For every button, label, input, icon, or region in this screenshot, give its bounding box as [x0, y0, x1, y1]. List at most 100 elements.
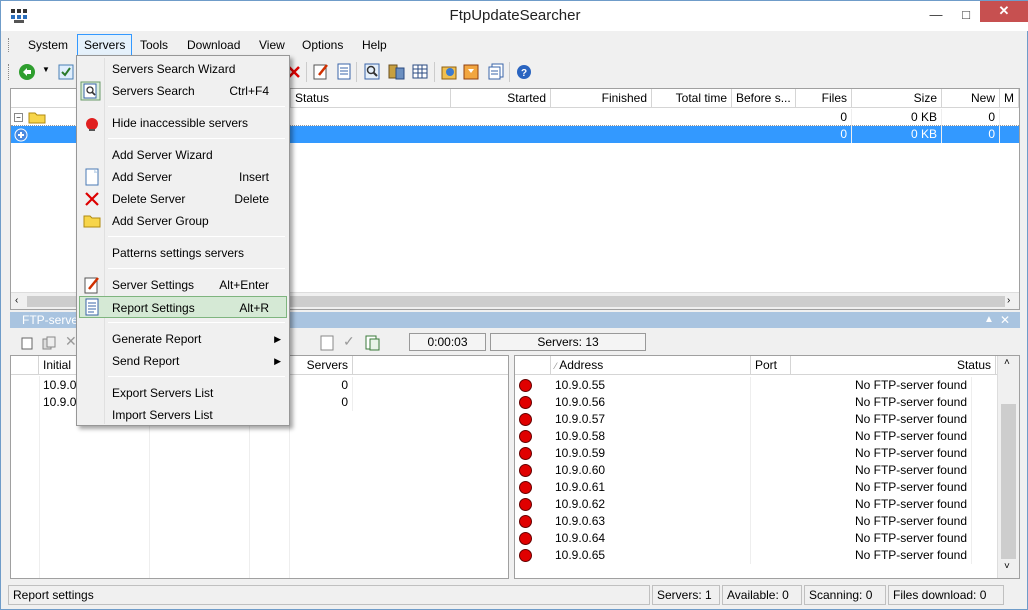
- table-row[interactable]: 10.9.0.61 No FTP-server found: [515, 479, 997, 496]
- new-icon[interactable]: [20, 336, 34, 350]
- files-cell: 0: [796, 109, 852, 126]
- table-row[interactable]: 10.9.0.60 No FTP-server found: [515, 462, 997, 479]
- menu-import-servers[interactable]: Import Servers List: [79, 404, 287, 426]
- menu-delete-server[interactable]: Delete Server Delete: [79, 188, 287, 210]
- menu-patterns-settings[interactable]: Patterns settings servers: [79, 242, 287, 264]
- menu-tools[interactable]: Tools: [134, 34, 174, 56]
- col-new[interactable]: New: [942, 89, 1000, 108]
- start-icon[interactable]: [18, 63, 36, 81]
- table-row[interactable]: 10.9.0.59 No FTP-server found: [515, 445, 997, 462]
- menu-item-label: Export Servers List: [112, 386, 214, 400]
- status-files-download: Files download: 0: [888, 585, 1004, 605]
- status-scanning: Scanning: 0: [804, 585, 886, 605]
- status-dot-icon: [519, 447, 532, 460]
- menu-bar: System Servers Tools Download View Optio…: [2, 34, 1028, 56]
- close-button[interactable]: ✕: [980, 1, 1028, 22]
- submenu-arrow-icon: ▶: [274, 356, 281, 366]
- table-row[interactable]: 10.9.0.55 No FTP-server found: [515, 377, 997, 394]
- col-m[interactable]: M: [1000, 89, 1019, 108]
- download-icon[interactable]: [441, 63, 458, 80]
- col-size[interactable]: Size: [852, 89, 942, 108]
- menu-servers-search[interactable]: Servers Search Ctrl+F4: [79, 80, 287, 102]
- start-dropdown-icon[interactable]: ▼: [42, 65, 50, 74]
- menu-options[interactable]: Options: [296, 34, 349, 56]
- menu-export-servers[interactable]: Export Servers List: [79, 382, 287, 404]
- copy-icon[interactable]: [42, 336, 56, 350]
- table-row[interactable]: 10.9.0.62 No FTP-server found: [515, 496, 997, 513]
- table-row[interactable]: 10.9.0.65 No FTP-server found: [515, 547, 997, 564]
- col-port[interactable]: Port: [751, 356, 791, 375]
- col-finished[interactable]: Finished: [551, 89, 652, 108]
- menu-add-server-group[interactable]: Add Server Group: [79, 210, 287, 232]
- col-files[interactable]: Files: [796, 89, 852, 108]
- status-cell: No FTP-server found: [791, 547, 972, 564]
- scroll-up-icon[interactable]: ˄: [1004, 357, 1010, 368]
- status-cell: No FTP-server found: [791, 479, 972, 496]
- remove-icon[interactable]: ✕: [65, 333, 77, 350]
- maximize-button[interactable]: □: [951, 1, 981, 31]
- col-marker[interactable]: [11, 356, 39, 375]
- report-icon[interactable]: [336, 63, 352, 80]
- menu-item-label: Import Servers List: [112, 408, 213, 422]
- menu-item-shortcut: Ctrl+F4: [229, 84, 269, 98]
- panel-close-icon[interactable]: ✕: [1000, 312, 1010, 328]
- check-icon[interactable]: [58, 64, 74, 80]
- archive-icon[interactable]: [463, 63, 479, 80]
- menu-download[interactable]: Download: [181, 34, 246, 56]
- menu-server-settings[interactable]: Server Settings Alt+Enter: [79, 274, 287, 296]
- col-servers[interactable]: Servers: [289, 356, 353, 375]
- vertical-scrollbar[interactable]: ˄ ˅: [997, 356, 1019, 578]
- table-row[interactable]: 10.9.0.57 No FTP-server found: [515, 411, 997, 428]
- collapse-icon[interactable]: −: [14, 113, 23, 122]
- col-status[interactable]: Status: [791, 356, 996, 375]
- table-row[interactable]: 10.9.0.56 No FTP-server found: [515, 394, 997, 411]
- menu-item-label: Add Server Group: [112, 214, 209, 228]
- help-icon[interactable]: ?: [516, 64, 532, 80]
- address-cell: 10.9.0.63: [551, 513, 751, 530]
- minimize-button[interactable]: —: [921, 1, 951, 31]
- address-cell: 10.9.0.59: [551, 445, 751, 462]
- address-cell: 10.9.0.55: [551, 377, 751, 394]
- status-dot-icon: [519, 498, 532, 511]
- grid-icon[interactable]: [412, 63, 428, 80]
- menu-add-server-wizard[interactable]: Add Server Wizard: [79, 144, 287, 166]
- menu-view[interactable]: View: [253, 34, 291, 56]
- status-hint: Report settings: [8, 585, 650, 605]
- toolbar-separator: [434, 62, 435, 82]
- tick-icon[interactable]: ✓: [343, 333, 355, 350]
- page-icon[interactable]: [320, 335, 334, 351]
- col-status[interactable]: Status: [291, 89, 451, 108]
- table-row[interactable]: 10.9.0.63 No FTP-server found: [515, 513, 997, 530]
- scroll-right-icon[interactable]: ›: [1007, 295, 1010, 306]
- title-bar[interactable]: FtpUpdateSearcher — □ ✕: [1, 1, 1028, 31]
- pin-icon[interactable]: ▲: [984, 312, 994, 328]
- table-row[interactable]: 10.9.0.58 No FTP-server found: [515, 428, 997, 445]
- menu-servers-search-wizard[interactable]: Servers Search Wizard: [79, 58, 287, 80]
- menu-add-server[interactable]: Add Server Insert: [79, 166, 287, 188]
- scroll-down-icon[interactable]: ˅: [1004, 561, 1010, 572]
- col-address[interactable]: ⁄ Address: [551, 356, 751, 375]
- menu-hide-inaccessible[interactable]: Hide inaccessible servers: [79, 112, 287, 134]
- table-row[interactable]: 10.9.0.64 No FTP-server found: [515, 530, 997, 547]
- report-icon: [85, 298, 99, 316]
- col-before[interactable]: Before s...: [732, 89, 796, 108]
- status-dot-icon: [519, 549, 532, 562]
- documents-icon[interactable]: [488, 63, 504, 80]
- menu-send-report[interactable]: Send Report ▶: [79, 350, 287, 372]
- search-icon[interactable]: [364, 63, 380, 80]
- menu-system[interactable]: System: [22, 34, 74, 56]
- scroll-thumb[interactable]: [1001, 404, 1016, 559]
- grid-line: [39, 376, 40, 578]
- col-indicator[interactable]: [515, 356, 551, 375]
- menu-servers[interactable]: Servers: [77, 34, 133, 56]
- col-total-time[interactable]: Total time: [652, 89, 732, 108]
- menu-generate-report[interactable]: Generate Report ▶: [79, 328, 287, 350]
- scroll-left-icon[interactable]: ‹: [15, 295, 18, 306]
- menu-report-settings[interactable]: Report Settings Alt+R: [79, 296, 287, 318]
- edit-icon[interactable]: [313, 63, 329, 80]
- list-icon[interactable]: [365, 335, 380, 351]
- menu-separator: [108, 268, 285, 269]
- col-started[interactable]: Started: [451, 89, 551, 108]
- servers-icon[interactable]: [388, 63, 405, 80]
- menu-help[interactable]: Help: [356, 34, 393, 56]
